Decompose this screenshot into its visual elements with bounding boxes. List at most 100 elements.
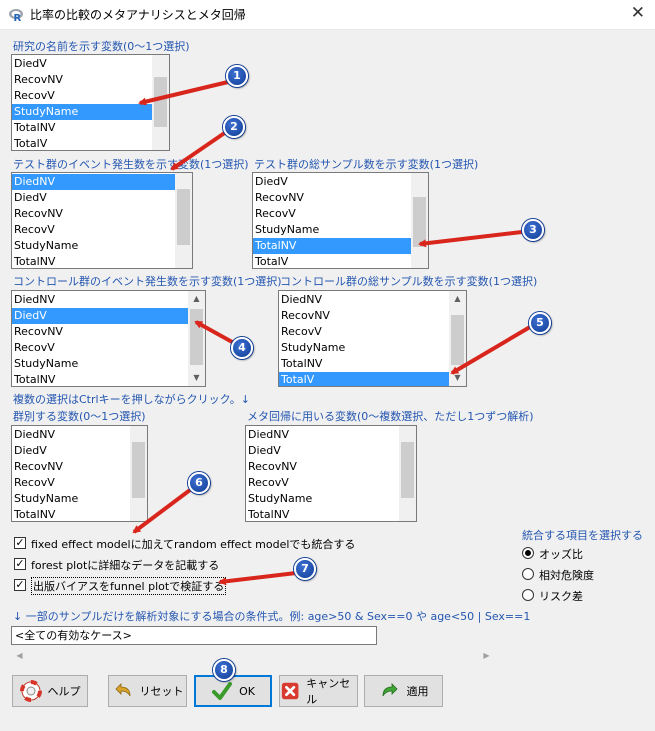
apply-button[interactable]: 適用 — [364, 675, 443, 707]
scroll-right-icon[interactable]: ▶ — [478, 647, 495, 664]
test-total-listbox[interactable]: DiedV RecovNV RecovV StudyName TotalNV TotalV — [252, 172, 429, 269]
scrollbar[interactable] — [152, 55, 169, 150]
scroll-down-icon[interactable]: ▼ — [449, 370, 466, 386]
list-item[interactable]: DiedV — [12, 190, 176, 206]
subset-condition-input[interactable]: <全ての有効なケース> — [11, 626, 377, 645]
study-name-listbox[interactable]: DiedV RecovNV RecovV StudyName TotalNV TotalV — [11, 54, 170, 151]
forest-plot-label[interactable]: forest plotに詳細なデータを記載する — [31, 557, 219, 573]
list-item[interactable]: RecovV — [12, 475, 131, 491]
list-item[interactable]: StudyName — [253, 222, 412, 238]
scroll-up-icon[interactable]: ▲ — [449, 291, 466, 307]
cancel-x-icon — [281, 682, 299, 700]
test-total-label: テスト群の総サンプル数を示す変数(1つ選択) — [254, 158, 479, 171]
list-item[interactable]: RecovNV — [246, 459, 400, 475]
list-item[interactable]: DiedV — [12, 308, 189, 324]
random-effect-checkbox[interactable]: ✓ — [14, 537, 26, 549]
list-item[interactable]: DiedNV — [12, 427, 131, 443]
svg-text:R: R — [14, 13, 22, 23]
list-item[interactable]: DiedV — [246, 443, 400, 459]
reset-button[interactable]: リセット — [108, 675, 187, 707]
funnel-plot-checkbox[interactable]: ✓ — [14, 579, 26, 591]
relative-risk-label[interactable]: 相対危険度 — [539, 567, 594, 583]
list-item[interactable]: StudyName — [279, 340, 450, 356]
list-item[interactable]: TotalNV — [12, 372, 189, 386]
list-item[interactable]: DiedNV — [246, 427, 400, 443]
list-item[interactable]: RecovV — [279, 324, 450, 340]
scroll-thumb[interactable] — [154, 77, 167, 127]
list-item[interactable]: RecovV — [253, 206, 412, 222]
list-item[interactable]: RecovNV — [279, 308, 450, 324]
risk-difference-radio[interactable] — [522, 589, 534, 601]
scroll-down-icon[interactable] — [152, 134, 169, 150]
control-events-listbox[interactable]: DiedNV DiedV RecovNV RecovV StudyName TotalNV… — [11, 290, 206, 387]
list-item[interactable]: TotalV — [279, 372, 450, 386]
group-listbox[interactable]: DiedNV DiedV RecovNV RecovV StudyName TotalNV — [11, 425, 148, 522]
list-item[interactable]: DiedNV — [279, 292, 450, 308]
scrollbar[interactable]: ▲ ▼ — [188, 291, 205, 386]
annotation-marker: 8 — [213, 659, 235, 681]
scrollbar[interactable] — [399, 426, 416, 521]
list-item[interactable]: RecovNV — [12, 206, 176, 222]
scroll-thumb[interactable] — [401, 442, 414, 498]
list-item[interactable]: TotalNV — [253, 238, 412, 254]
list-item[interactable]: TotalNV — [246, 507, 400, 521]
list-item[interactable]: StudyName — [246, 491, 400, 507]
close-icon[interactable]: ✕ — [631, 3, 645, 23]
list-item[interactable]: TotalNV — [12, 254, 176, 268]
meta-regression-listbox[interactable]: DiedNV DiedV RecovNV RecovV StudyName TotalNV — [245, 425, 417, 522]
list-item[interactable]: DiedNV — [12, 174, 176, 190]
list-item[interactable]: RecovV — [12, 88, 153, 104]
redo-arrow-icon — [382, 683, 398, 697]
list-item[interactable]: TotalV — [253, 254, 412, 268]
list-item[interactable]: RecovNV — [253, 190, 412, 206]
scrollbar[interactable]: ▲ ▼ — [449, 291, 466, 386]
scroll-thumb[interactable] — [132, 442, 145, 498]
random-effect-label[interactable]: fixed effect modelに加えてrandom effect mode… — [31, 536, 355, 552]
forest-plot-checkbox[interactable]: ✓ — [14, 558, 26, 570]
annotation-marker: 1 — [226, 65, 248, 87]
risk-difference-label[interactable]: リスク差 — [539, 588, 583, 604]
control-total-listbox[interactable]: DiedNV RecovNV RecovV StudyName TotalNV Total… — [278, 290, 467, 387]
scrollbar[interactable] — [130, 426, 147, 521]
scroll-up-icon[interactable]: ▲ — [188, 291, 205, 307]
odds-ratio-label[interactable]: オッズ比 — [539, 546, 583, 562]
scroll-left-icon[interactable]: ◀ — [11, 647, 28, 664]
scroll-thumb[interactable] — [177, 189, 190, 245]
cancel-button[interactable]: キャンセル — [279, 675, 358, 707]
scroll-thumb[interactable] — [190, 309, 203, 365]
list-item[interactable]: DiedV — [12, 443, 131, 459]
ok-button[interactable]: OK — [194, 675, 272, 707]
list-item[interactable]: RecovNV — [12, 459, 131, 475]
list-item[interactable]: RecovV — [246, 475, 400, 491]
list-item[interactable]: StudyName — [12, 104, 153, 120]
list-item[interactable]: DiedV — [253, 174, 412, 190]
list-item[interactable]: RecovV — [12, 222, 176, 238]
scrollbar[interactable] — [411, 173, 428, 268]
list-item[interactable]: StudyName — [12, 356, 189, 372]
help-button[interactable]: ヘルプ — [12, 675, 88, 707]
annotation-marker: 3 — [522, 219, 544, 241]
list-item[interactable]: RecovNV — [12, 324, 189, 340]
list-item[interactable]: TotalNV — [279, 356, 450, 372]
list-item[interactable]: DiedV — [12, 56, 153, 72]
list-item[interactable]: DiedNV — [12, 292, 189, 308]
test-events-listbox[interactable]: DiedNV DiedV RecovNV RecovV StudyName TotalNV — [11, 172, 193, 269]
horizontal-scrollbar[interactable]: ◀ ▶ — [11, 647, 495, 664]
relative-risk-radio[interactable] — [522, 568, 534, 580]
scroll-thumb[interactable] — [451, 315, 464, 365]
scroll-down-icon[interactable]: ▼ — [188, 370, 205, 386]
list-item[interactable]: TotalNV — [12, 507, 131, 521]
meta-regression-label: メタ回帰に用いる変数(0〜複数選択、ただし1つずつ解析) — [247, 410, 534, 423]
list-item[interactable]: RecovNV — [12, 72, 153, 88]
scroll-thumb[interactable] — [413, 197, 426, 247]
list-item[interactable]: RecovV — [12, 340, 189, 356]
scroll-up-icon[interactable] — [152, 55, 169, 71]
scrollbar[interactable] — [175, 173, 192, 268]
odds-ratio-radio[interactable] — [522, 547, 534, 559]
list-item[interactable]: StudyName — [12, 491, 131, 507]
list-item[interactable]: StudyName — [12, 238, 176, 254]
multi-select-note: 複数の選択はCtrlキーを押しながらクリック。↓ — [13, 393, 250, 406]
list-item[interactable]: TotalV — [12, 136, 153, 150]
list-item[interactable]: TotalNV — [12, 120, 153, 136]
funnel-plot-label[interactable]: 出版バイアスをfunnel plotで検証する — [31, 577, 227, 595]
